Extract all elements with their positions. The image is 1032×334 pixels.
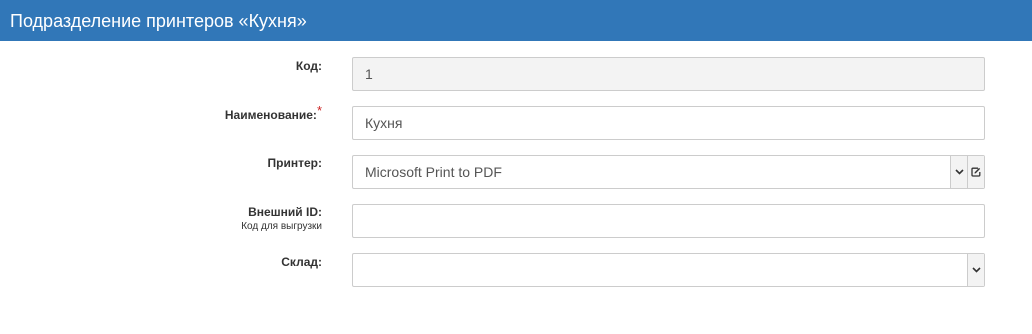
external-id-label-text: Внешний ID: xyxy=(248,205,322,219)
code-field[interactable] xyxy=(352,57,985,91)
code-label-text: Код: xyxy=(295,59,322,73)
chevron-down-icon xyxy=(954,169,964,175)
external-id-field[interactable] xyxy=(352,204,985,238)
page-header: Подразделение принтеров «Кухня» xyxy=(0,0,1032,41)
printer-dropdown-button[interactable] xyxy=(950,156,967,188)
required-mark: * xyxy=(316,103,322,118)
warehouse-dropdown-button[interactable] xyxy=(967,254,984,286)
warehouse-label: Склад: xyxy=(281,255,322,269)
chevron-down-icon xyxy=(971,267,981,273)
printer-select[interactable]: Microsoft Print to PDF xyxy=(352,155,985,189)
edit-icon xyxy=(971,167,981,177)
name-label-text: Наименование: xyxy=(224,108,317,122)
code-label: Код: xyxy=(296,59,322,73)
name-label: Наименование:* xyxy=(224,103,322,122)
external-id-sublabel: Код для выгрузки xyxy=(241,221,322,232)
warehouse-select[interactable] xyxy=(352,253,985,287)
printer-select-value: Microsoft Print to PDF xyxy=(365,164,502,180)
external-id-label: Внешний ID: xyxy=(248,205,322,219)
printer-edit-button[interactable] xyxy=(967,156,984,188)
warehouse-label-text: Склад: xyxy=(281,255,322,269)
page-title: Подразделение принтеров «Кухня» xyxy=(10,11,307,31)
printer-label: Принтер: xyxy=(268,156,322,170)
name-field[interactable] xyxy=(352,106,985,140)
printer-label-text: Принтер: xyxy=(267,156,322,170)
